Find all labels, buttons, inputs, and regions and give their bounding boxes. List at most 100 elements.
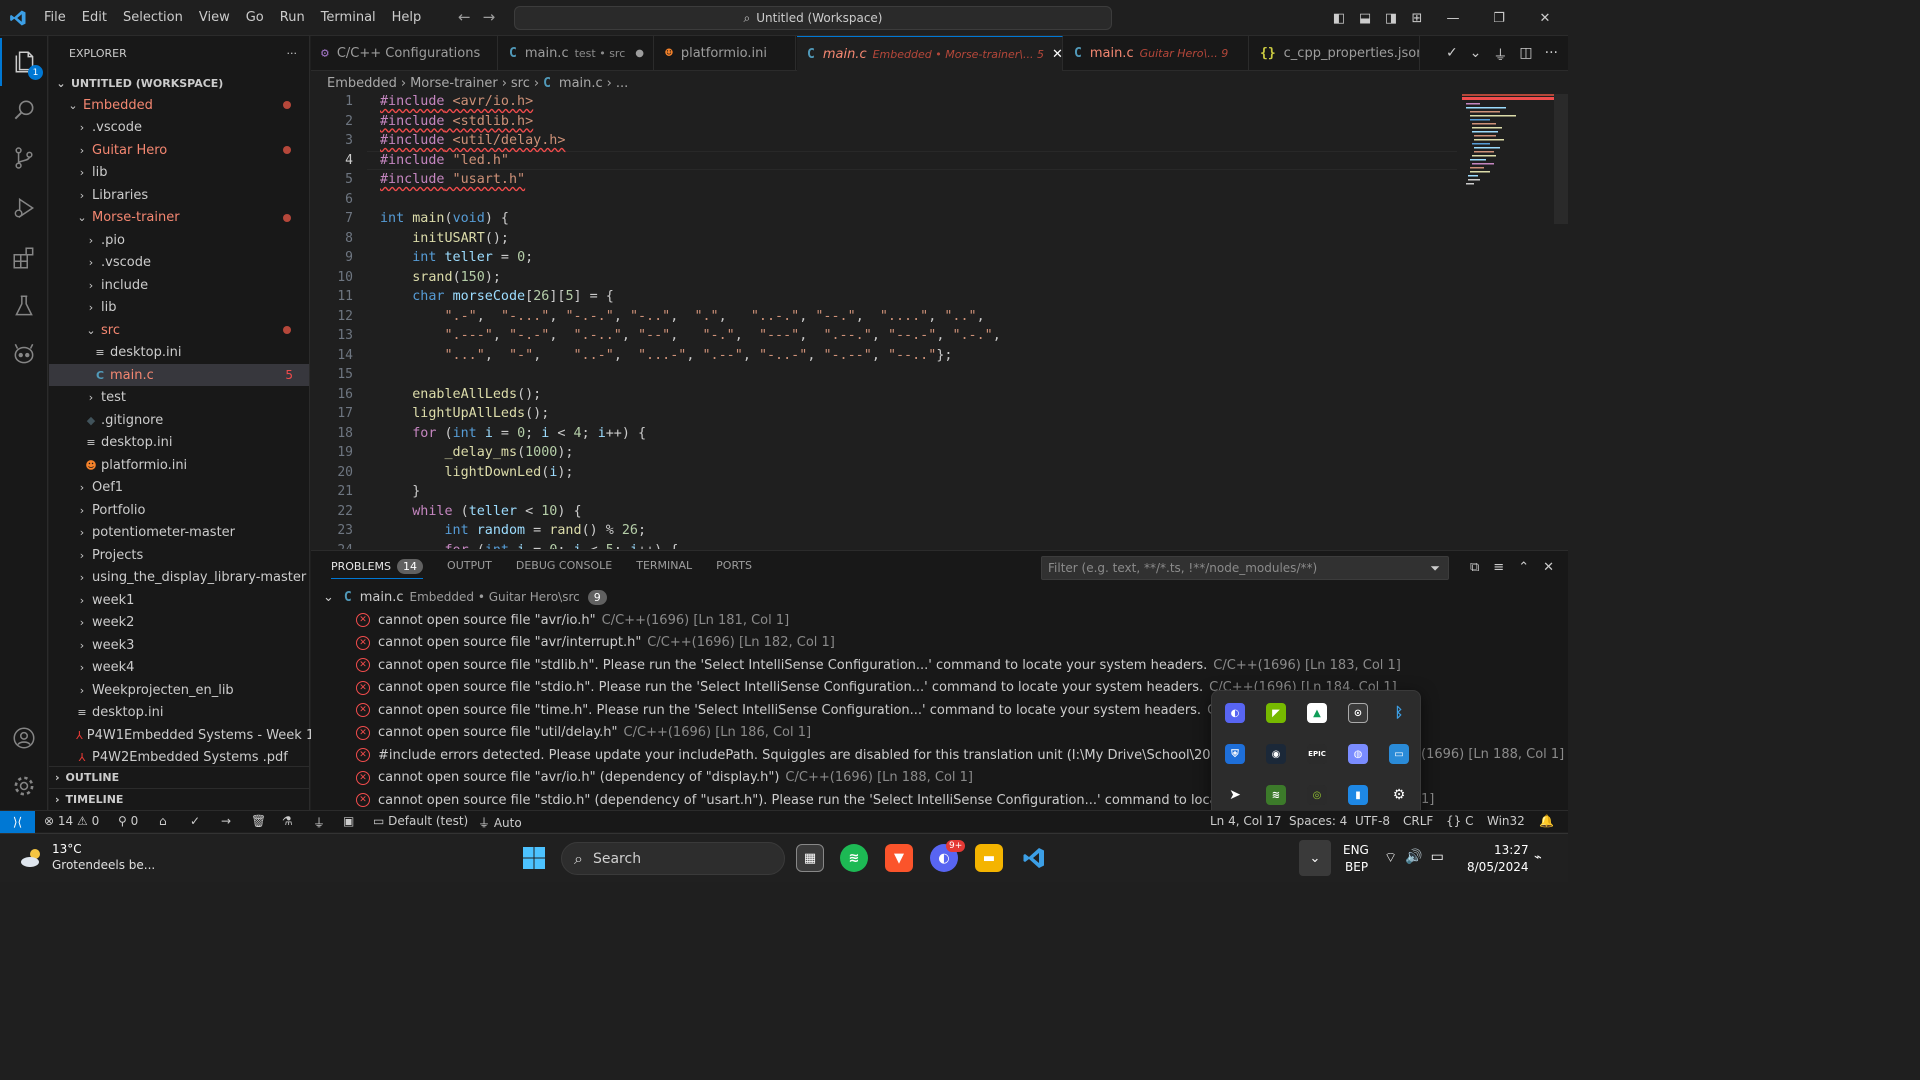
capture-tray-icon[interactable]: ⊙ — [1348, 703, 1368, 723]
close-panel-icon[interactable]: ✕ — [1543, 560, 1554, 575]
tree-item[interactable]: ≡ desktop.ini — [49, 342, 309, 364]
filter-icon[interactable]: ⏷ — [1430, 561, 1440, 576]
breadcrumb-item[interactable]: main.c — [559, 76, 603, 91]
input-language[interactable]: ENG — [1343, 843, 1369, 857]
tree-item[interactable]: › week1 — [49, 589, 309, 611]
problems-filter-input[interactable]: Filter (e.g. text, **/*.ts, !**/node_mod… — [1041, 556, 1449, 580]
breadcrumb-item[interactable]: src — [511, 76, 530, 91]
back-arrow-icon[interactable]: ← — [458, 8, 471, 26]
panel-tab-ports[interactable]: PORTS — [716, 559, 752, 579]
timeline-section[interactable]: › TIMELINE — [49, 788, 309, 810]
gamepad-tray-icon[interactable]: ◎ — [1307, 785, 1327, 805]
close-tab-icon[interactable]: ✕ — [1052, 47, 1062, 62]
tree-item[interactable]: › Portfolio — [49, 499, 309, 521]
explorer-activity[interactable]: 1 — [0, 38, 48, 86]
bluetooth-tray-icon[interactable]: ᛒ — [1389, 703, 1409, 723]
problem-item[interactable]: ✕ cannot open source file "avr/io.h" C/C++… — [311, 609, 789, 631]
tree-item[interactable]: › .vscode — [49, 252, 309, 274]
tree-item[interactable]: › .pio — [49, 229, 309, 251]
tree-item[interactable]: › week3 — [49, 634, 309, 656]
encoding[interactable]: UTF-8 — [1355, 814, 1390, 828]
tree-item[interactable]: › using_the_display_library-master — [49, 567, 309, 589]
search-activity[interactable] — [0, 86, 48, 134]
discord-tray-icon[interactable]: ◐ — [1225, 703, 1245, 723]
cursor-tray-icon[interactable]: ➤ — [1225, 785, 1245, 805]
tree-item[interactable]: ☻ platformio.ini — [49, 454, 309, 476]
tree-item[interactable]: › test — [49, 387, 309, 409]
editor-tab[interactable]: Cmain.c Guitar Hero\... 9 — [1064, 36, 1249, 71]
ports-status[interactable]: ⚲ 0 — [118, 814, 138, 828]
tree-item[interactable]: ⅄ P4W1Embedded Systems - Week 1.... — [49, 724, 331, 746]
platform[interactable]: Win32 — [1487, 814, 1525, 828]
epic-games-tray-icon[interactable]: EPIC — [1307, 744, 1327, 764]
menu-item-edit[interactable]: Edit — [74, 10, 115, 25]
notification-center-icon[interactable]: ⌁ — [1534, 850, 1542, 865]
brave-icon[interactable]: ▼ — [885, 844, 913, 872]
tree-item[interactable]: ⌄ src — [49, 319, 309, 341]
editor-tab[interactable]: Cmain.c test • src ● — [499, 36, 654, 71]
indentation[interactable]: Spaces: 4 — [1289, 814, 1347, 828]
clock-date[interactable]: 8/05/2024 — [1467, 860, 1529, 874]
notifications-bell-icon[interactable]: 🔔 — [1539, 814, 1554, 828]
task-view-icon[interactable]: ▦ — [796, 844, 824, 872]
tree-item[interactable]: › Guitar Hero — [49, 139, 309, 161]
pio-terminal-icon[interactable]: ▣ — [343, 814, 354, 828]
plug-icon[interactable]: ⏚ — [1493, 45, 1507, 65]
windows-start-icon[interactable] — [520, 844, 548, 872]
menu-item-file[interactable]: File — [36, 10, 74, 25]
menu-item-run[interactable]: Run — [272, 10, 313, 25]
minimize-button[interactable]: — — [1430, 11, 1476, 26]
toggle-panel-icon[interactable]: ⬓ — [1352, 11, 1378, 26]
close-window-button[interactable]: ✕ — [1522, 11, 1568, 26]
cursor-position[interactable]: Ln 4, Col 17 — [1210, 814, 1282, 828]
clock-time[interactable]: 13:27 — [1494, 843, 1529, 857]
tree-item[interactable]: ≡ desktop.ini — [49, 432, 309, 454]
tree-item[interactable]: Cmain.c 5 — [49, 364, 309, 386]
menu-item-selection[interactable]: Selection — [115, 10, 191, 25]
manage-activity[interactable] — [0, 762, 48, 810]
remote-indicator-icon[interactable]: ⟩⟨ — [0, 811, 35, 833]
tree-item[interactable]: › .vscode — [49, 117, 309, 139]
maximize-panel-icon[interactable]: ⌃ — [1518, 560, 1529, 575]
minimap[interactable] — [1462, 94, 1558, 214]
pio-build-icon[interactable]: ✓ — [190, 814, 200, 828]
editor-tab[interactable]: ☻ platformio.ini — [655, 36, 796, 71]
spotify-icon[interactable]: ≋ — [840, 844, 868, 872]
tree-item[interactable]: ≡ desktop.ini — [49, 702, 309, 724]
breadcrumb-item[interactable]: Morse-trainer — [410, 76, 498, 91]
panel-tab-terminal[interactable]: TERMINAL — [636, 559, 692, 579]
problem-group-header[interactable]: ⌄ C main.c Embedded • Guitar Hero\src 9 — [323, 586, 607, 608]
editor-tab[interactable]: Cmain.c Embedded • Morse-trainer\... 5 ✕ — [797, 36, 1063, 71]
pio-upload-icon[interactable]: → — [221, 814, 231, 828]
breadcrumb-item[interactable]: Embedded — [327, 76, 397, 91]
tree-item[interactable]: ◆ .gitignore — [49, 409, 309, 431]
accounts-activity[interactable] — [0, 714, 48, 762]
weather-temp[interactable]: 13°C — [52, 842, 82, 856]
extensions-activity[interactable] — [0, 234, 48, 282]
tree-item[interactable]: › Projects — [49, 544, 309, 566]
panel-tab-debug-console[interactable]: DEBUG CONSOLE — [516, 559, 612, 579]
input-layout[interactable]: BEP — [1345, 860, 1368, 874]
language-mode[interactable]: {} C — [1446, 814, 1474, 828]
notebook-tray-icon[interactable]: ▮ — [1348, 785, 1368, 805]
tree-item[interactable]: › week4 — [49, 657, 309, 679]
chevron-down-icon[interactable]: ⌄ — [1470, 45, 1482, 65]
source-control-activity[interactable] — [0, 134, 48, 182]
system-status[interactable]: ⌔ 🔊 ▭ — [1384, 849, 1444, 867]
workspace-root[interactable]: ⌄ UNTITLED (WORKSPACE) — [49, 72, 309, 94]
tree-item[interactable]: › week2 — [49, 612, 309, 634]
problem-item[interactable]: ✕ cannot open source file "avr/interrupt.… — [311, 632, 835, 654]
platformio-activity[interactable] — [0, 330, 48, 378]
more-actions-icon[interactable]: ··· — [1545, 45, 1558, 65]
settings-tray-icon[interactable]: ⚙ — [1389, 785, 1409, 805]
forward-arrow-icon[interactable]: → — [483, 8, 496, 26]
pio-port-selector[interactable]: ⏚ Auto — [478, 814, 522, 831]
end-of-line[interactable]: CRLF — [1403, 814, 1433, 828]
customize-layout-icon[interactable]: ⊞ — [1404, 11, 1430, 26]
view-as-list-icon[interactable]: ≡ — [1493, 560, 1504, 575]
problem-item[interactable]: ✕ cannot open source file "avr/io.h" (dep… — [311, 767, 973, 789]
monitor-tray-icon[interactable]: ▭ — [1389, 744, 1409, 764]
pio-clean-icon[interactable]: 🗑 — [251, 814, 266, 828]
tree-item[interactable]: ⌄ Embedded — [49, 94, 309, 116]
testing-activity[interactable] — [0, 282, 48, 330]
